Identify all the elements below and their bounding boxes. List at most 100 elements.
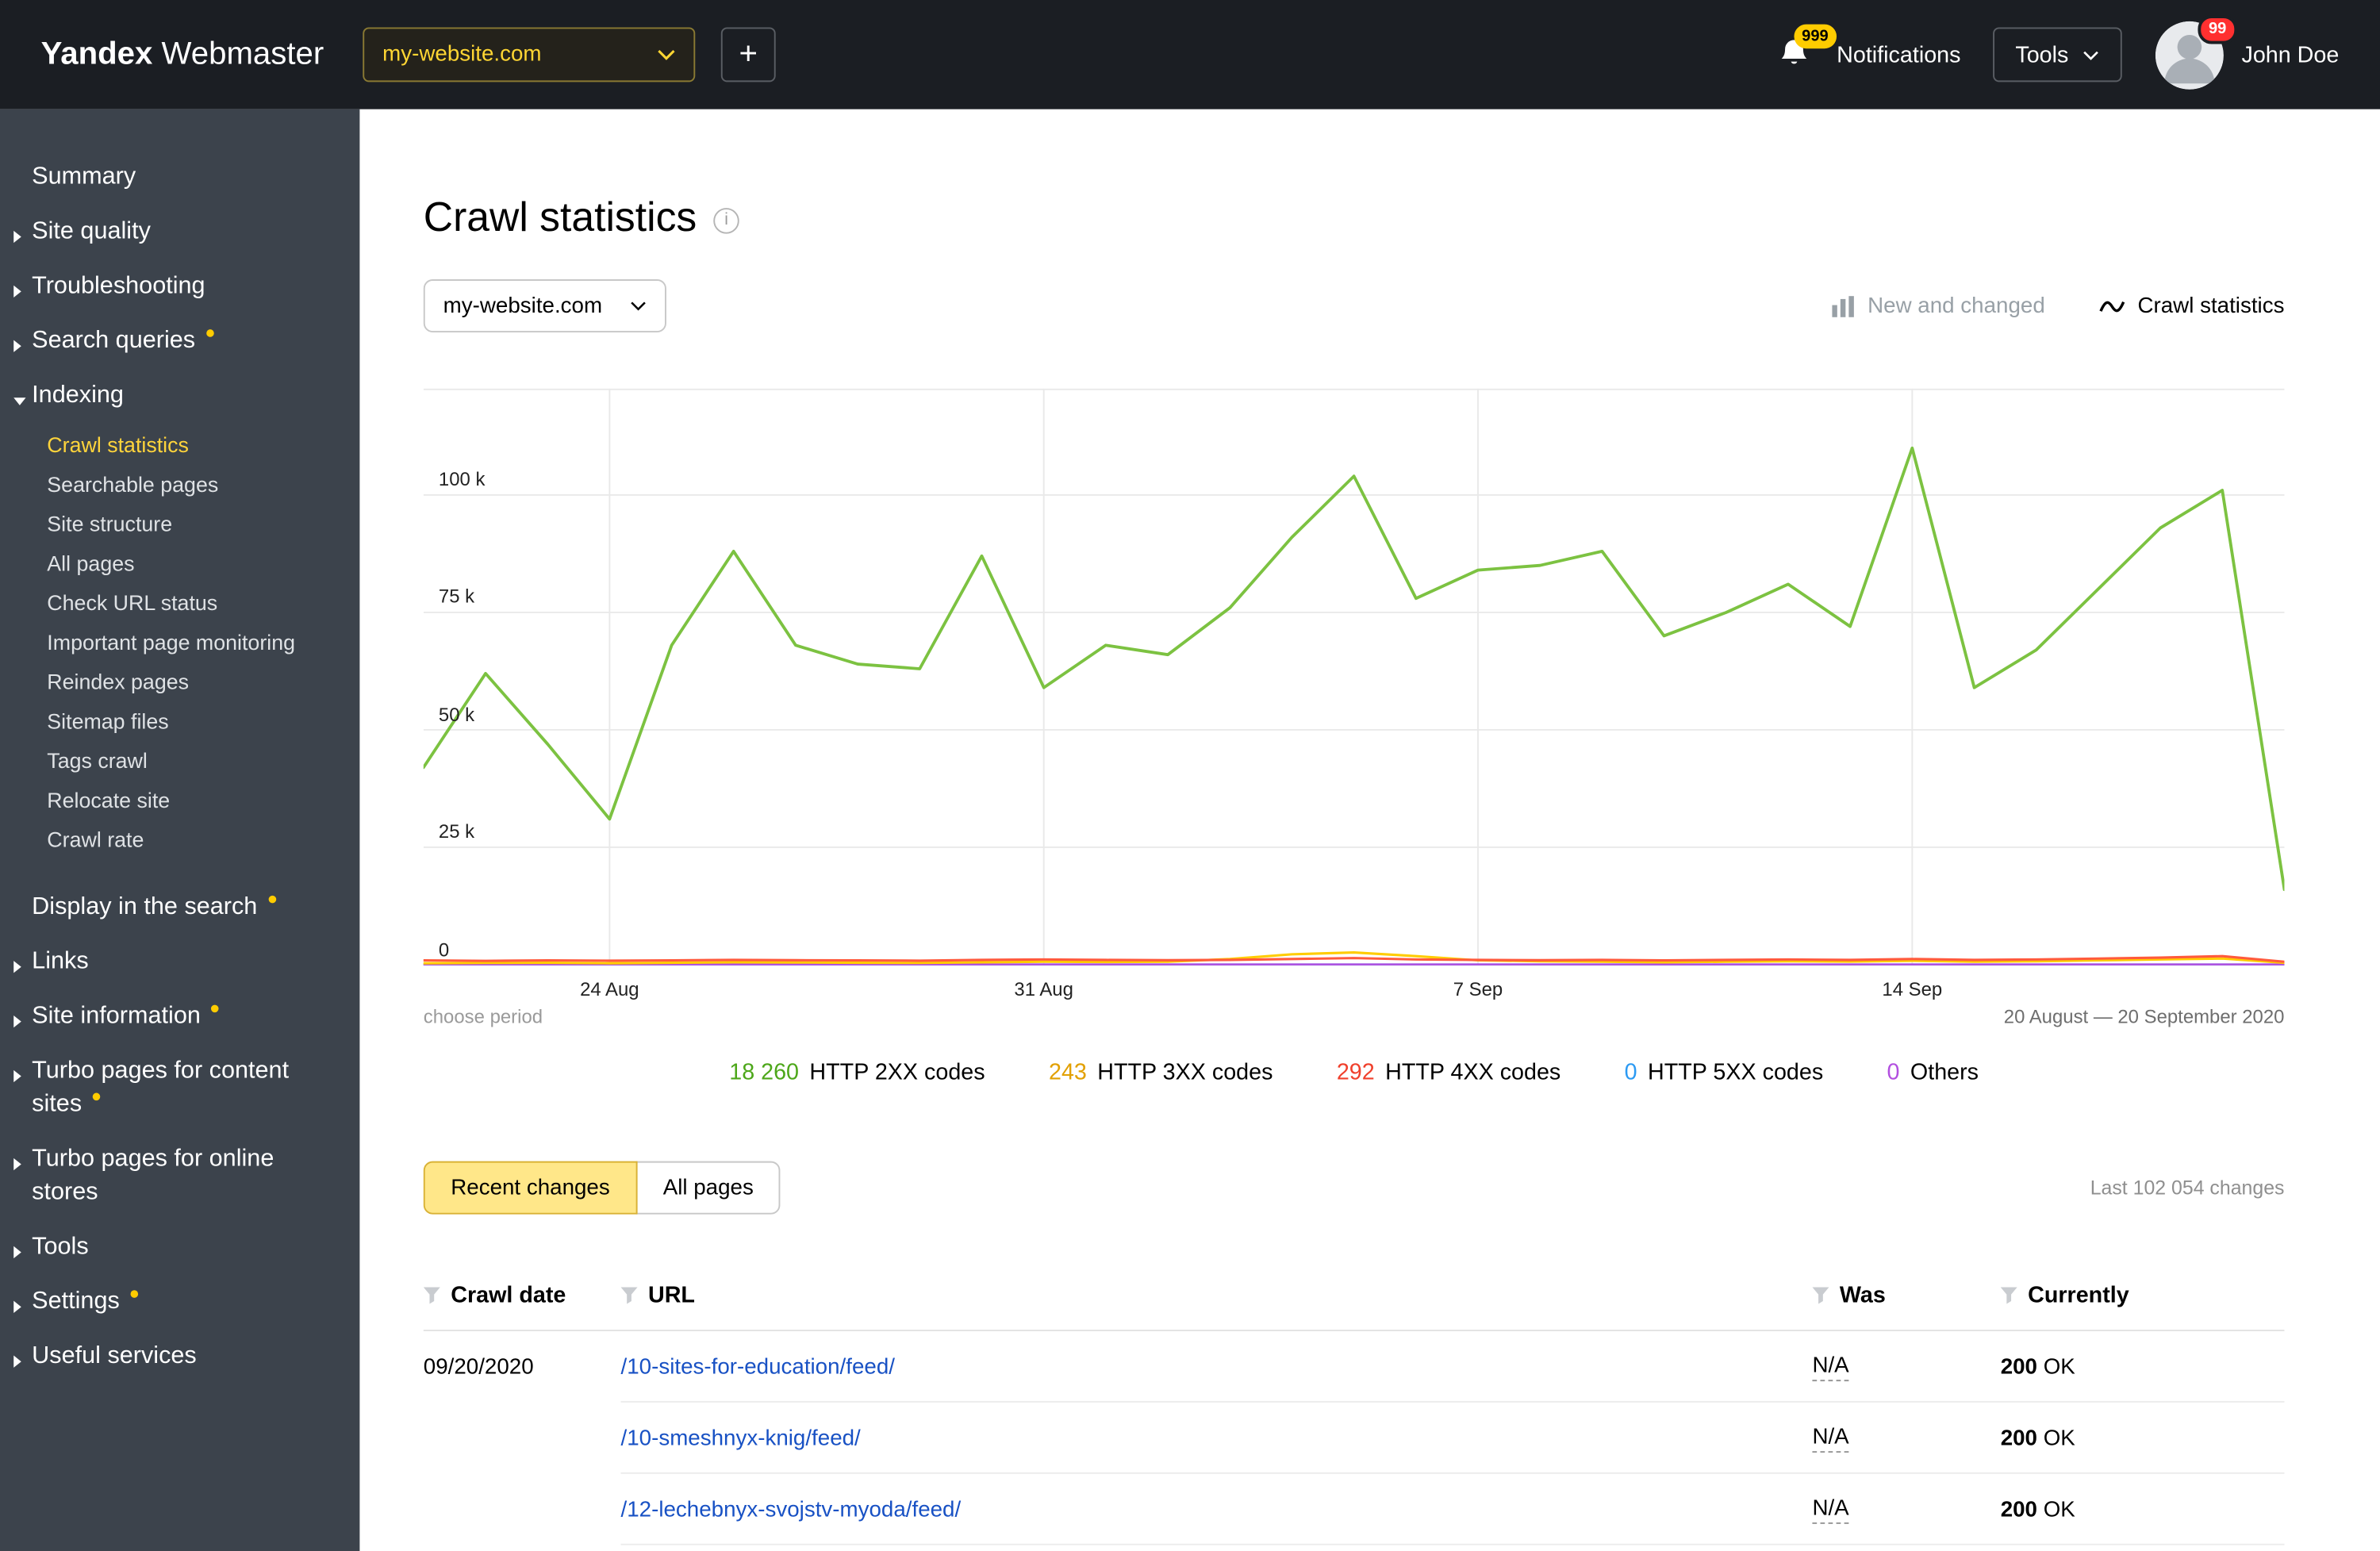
currently-cell: 200 OK — [2000, 1497, 2075, 1522]
info-icon[interactable]: i — [713, 207, 739, 233]
chevron-right-icon — [13, 1069, 21, 1083]
legend-item-others: 0 Others — [1887, 1059, 1979, 1085]
row-separator — [620, 1543, 2285, 1545]
site-selector-dropdown[interactable]: my-website.com — [363, 27, 696, 83]
brand-light: Webmaster — [161, 36, 324, 71]
user-avatar[interactable]: 99 — [2155, 14, 2237, 89]
status-code: 200 — [2000, 1497, 2037, 1522]
app-viewport: Yandex Webmaster my-website.com + 999 No… — [0, 0, 2380, 1551]
legend-value: 0 — [1624, 1059, 1637, 1085]
sidebar-subitem-tags-crawl[interactable]: Tags crawl — [0, 741, 359, 781]
sidebar-item-indexing[interactable]: Indexing — [0, 369, 359, 424]
sidebar-subitem-all-pages[interactable]: All pages — [0, 543, 359, 583]
toggle-crawl-statistics[interactable]: Crawl statistics — [2099, 294, 2285, 318]
sidebar-subitem-crawl-statistics[interactable]: Crawl statistics — [0, 425, 359, 465]
filter-funnel-icon[interactable] — [423, 1286, 440, 1303]
was-cell: N/A — [1812, 1496, 2000, 1523]
notifications-label[interactable]: Notifications — [1837, 42, 1960, 68]
url-cell: /12-lechebnyx-svojstv-myoda/feed/ — [621, 1497, 1813, 1522]
notifications-badge: 999 — [1794, 24, 1837, 48]
filter-funnel-icon[interactable] — [620, 1286, 638, 1303]
sidebar-subitem-site-structure[interactable]: Site structure — [0, 504, 359, 543]
title-row: Crawl statistics i — [424, 194, 2285, 241]
site-filter-dropdown[interactable]: my-website.com — [423, 279, 666, 333]
chart-line-http-2xx-codes — [423, 446, 2285, 892]
sidebar-item-tools[interactable]: Tools — [0, 1220, 359, 1275]
column-header-was: Was — [1812, 1281, 2000, 1308]
sidebar-item-search-queries[interactable]: Search queries — [0, 314, 359, 369]
tab-all-pages[interactable]: All pages — [635, 1161, 781, 1215]
x-axis-label: 14 Sep — [1882, 979, 1943, 1000]
legend-item-http-2xx-codes: 18 260 HTTP 2XX codes — [729, 1059, 985, 1085]
sidebar-subitem-crawl-rate[interactable]: Crawl rate — [0, 820, 359, 859]
was-cell: N/A — [1812, 1353, 2000, 1381]
sidebar-subitem-searchable-pages[interactable]: Searchable pages — [0, 464, 359, 504]
url-cell: /10-smeshnyx-knig/feed/ — [621, 1426, 1813, 1451]
sidebar-item-label: Site information — [32, 1003, 201, 1030]
yandex-webmaster-logo[interactable]: Yandex Webmaster — [41, 36, 363, 73]
toggle-label: Crawl statistics — [2137, 294, 2285, 318]
sidebar-subitem-reindex-pages[interactable]: Reindex pages — [0, 662, 359, 701]
sidebar-subitem-relocate-site[interactable]: Relocate site — [0, 780, 359, 820]
sidebar-item-site-information[interactable]: Site information — [0, 989, 359, 1044]
legend-item-http-5xx-codes: 0 HTTP 5XX codes — [1625, 1059, 1824, 1085]
filter-funnel-icon[interactable] — [2000, 1286, 2017, 1303]
sidebar-item-label: Turbo pages for content sites — [32, 1058, 290, 1118]
chart-footer: choose period 20 August — 20 September 2… — [424, 1006, 2285, 1027]
sidebar-item-label: Search queries — [32, 328, 196, 354]
x-axis-label: 7 Sep — [1453, 979, 1503, 1000]
was-value[interactable]: N/A — [1812, 1353, 1849, 1381]
chevron-right-icon — [13, 1355, 21, 1368]
site-selector-value: my-website.com — [382, 42, 542, 67]
legend-value: 18 260 — [729, 1059, 800, 1085]
notifications-bell[interactable]: 999 — [1778, 24, 1837, 73]
y-axis-label: 50 k — [438, 704, 475, 726]
legend-value: 0 — [1887, 1059, 1900, 1085]
sidebar-item-label: Links — [32, 948, 89, 975]
sidebar-item-links[interactable]: Links — [0, 935, 359, 990]
add-site-button[interactable]: + — [720, 27, 776, 83]
topbar-right: 999 Notifications Tools 99 John Doe — [1778, 14, 2339, 89]
x-axis-label: 31 Aug — [1014, 979, 1073, 1000]
url-link[interactable]: /12-lechebnyx-svojstv-myoda/feed/ — [621, 1497, 962, 1522]
sidebar-item-settings[interactable]: Settings — [0, 1275, 359, 1330]
sidebar-item-display-in-the-search[interactable]: Display in the search — [0, 881, 359, 935]
sidebar-item-summary[interactable]: Summary — [0, 150, 359, 205]
column-header-label: Was — [1839, 1281, 1886, 1308]
sidebar-item-turbo-pages-for-online-stores[interactable]: Turbo pages for online stores — [0, 1132, 359, 1220]
table-body: 09/20/2020/10-sites-for-education/feed/N… — [424, 1331, 2285, 1545]
column-header-crawl-date: Crawl date — [423, 1282, 621, 1307]
chart-canvas — [423, 388, 2285, 966]
main-content: Crawl statistics i my-website.com New an… — [359, 109, 2380, 1551]
sidebar-item-turbo-pages-for-content-sites[interactable]: Turbo pages for content sites — [0, 1044, 359, 1132]
sidebar-item-useful-services[interactable]: Useful services — [0, 1330, 359, 1384]
filter-funnel-icon[interactable] — [1812, 1286, 1829, 1303]
sidebar-subitem-check-url-status[interactable]: Check URL status — [0, 583, 359, 623]
tab-recent-changes[interactable]: Recent changes — [423, 1161, 638, 1215]
toggle-new-and-changed[interactable]: New and changed — [1833, 294, 2045, 318]
sidebar-subitem-sitemap-files[interactable]: Sitemap files — [0, 701, 359, 741]
tools-label: Tools — [2015, 41, 2069, 68]
y-axis-label: 0 — [438, 939, 450, 961]
choose-period-link[interactable]: choose period — [424, 1006, 543, 1027]
chevron-down-icon — [2082, 50, 2098, 60]
was-value[interactable]: N/A — [1812, 1425, 1849, 1453]
brand-bold: Yandex — [40, 36, 153, 71]
user-name[interactable]: John Doe — [2241, 42, 2339, 68]
notification-dot — [211, 1004, 219, 1013]
url-link[interactable]: /10-sites-for-education/feed/ — [621, 1355, 895, 1380]
sidebar-item-site-quality[interactable]: Site quality — [0, 205, 359, 259]
sidebar-item-label: Summary — [32, 163, 136, 190]
chevron-right-icon — [13, 340, 21, 352]
was-value[interactable]: N/A — [1812, 1496, 1849, 1523]
crawl-table: Crawl date URL Was Currently 09/20/2020/10-… — [423, 1260, 2285, 1545]
sidebar-subitem-important-page-monitoring[interactable]: Important page monitoring — [0, 622, 359, 662]
url-link[interactable]: /10-smeshnyx-knig/feed/ — [621, 1426, 861, 1451]
tools-button[interactable]: Tools — [1992, 27, 2122, 83]
notification-dot — [205, 329, 214, 337]
sidebar-item-troubleshooting[interactable]: Troubleshooting — [0, 259, 359, 314]
table-header-row: Crawl date URL Was Currently — [423, 1260, 2285, 1331]
y-axis-label: 25 k — [438, 821, 475, 843]
column-header-url: URL — [620, 1282, 1813, 1307]
sidebar: Summary Site quality Troubleshooting Search… — [0, 109, 360, 1551]
